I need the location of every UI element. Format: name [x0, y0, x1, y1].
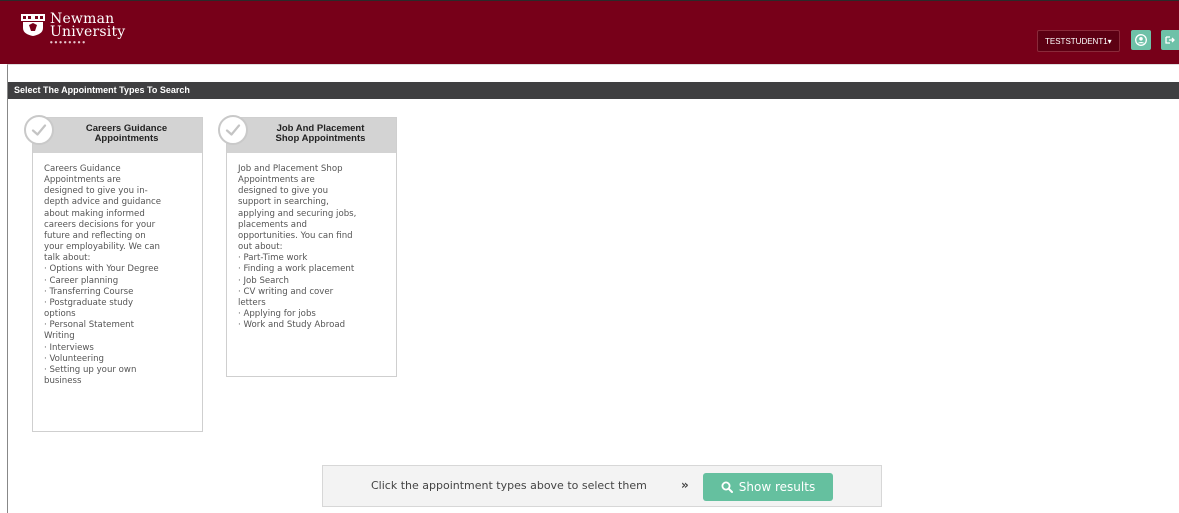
chevron-down-icon: ▾	[1107, 37, 1112, 46]
description-line: · Applying for jobs	[238, 309, 316, 320]
top-header: Newman University ●●●●●●●● TESTSTUDENT1▾	[0, 0, 1179, 64]
description-line: future and reflecting on	[44, 230, 146, 241]
double-chevron-right-icon: »	[681, 478, 689, 492]
description-line: letters	[238, 297, 266, 308]
description-line: · Job Search	[238, 275, 289, 286]
user-menu-button[interactable]: TESTSTUDENT1▾	[1037, 30, 1120, 52]
results-bar: Click the appointment types above to sel…	[322, 465, 882, 507]
user-circle-icon	[1135, 34, 1147, 46]
search-icon	[721, 481, 733, 493]
description-line: applying and securing jobs,	[238, 208, 357, 219]
description-line: about making informed	[44, 208, 145, 219]
description-line: · Work and Study Abroad	[238, 320, 346, 331]
card-title-line-2: Shop Appointments	[275, 133, 366, 144]
description-line: Careers Guidance	[44, 164, 121, 174]
description-line: opportunities. You can find	[238, 230, 353, 241]
description-line: your employability. We can	[44, 242, 160, 253]
description-line: · Part-Time work	[238, 253, 308, 264]
description-line: Appointments are	[44, 175, 121, 186]
description-line: Appointments are	[238, 175, 315, 186]
description-line: Job and Placement Shop	[238, 164, 343, 174]
description-line: business	[44, 375, 82, 386]
description-line: talk about:	[44, 253, 91, 264]
description-line: careers decisions for your	[44, 219, 156, 230]
description-line: depth advice and guidance	[44, 197, 162, 208]
card-description: Job and Placement Shop Appointments are …	[227, 153, 396, 376]
description-line: designed to give you	[238, 186, 329, 197]
logout-icon	[1165, 36, 1175, 44]
checkmark-icon[interactable]	[24, 115, 54, 145]
description-line: · Transferring Course	[44, 286, 134, 297]
selection-hint: Click the appointment types above to sel…	[371, 479, 647, 492]
description-line: · Postgraduate study	[44, 297, 134, 308]
show-results-label: Show results	[738, 480, 816, 494]
user-menu-label: TESTSTUDENT1	[1045, 37, 1108, 46]
crest-icon	[21, 14, 45, 36]
description-line: · Volunteering	[44, 353, 104, 364]
description-line: · Personal Statement	[44, 320, 134, 331]
section-title-bar: Select The Appointment Types To Search	[8, 82, 1179, 99]
description-line: · Setting up your own	[44, 364, 137, 375]
description-line: · CV writing and cover	[238, 286, 334, 297]
card-title: Job And Placement Shop Appointments	[249, 124, 392, 144]
profile-button[interactable]	[1131, 30, 1151, 50]
checkmark-icon[interactable]	[218, 115, 248, 145]
card-description: Careers Guidance Appointments are design…	[33, 153, 202, 431]
description-line: · Interviews	[44, 342, 94, 353]
description-line: Writing	[44, 331, 75, 342]
description-line: support in searching,	[238, 197, 329, 208]
description-line: designed to give you in-	[44, 186, 148, 197]
logo-tagline-mark: ●●●●●●●●	[50, 40, 87, 44]
appointment-card-careers-guidance[interactable]: Careers Guidance Appointments Careers Gu…	[24, 115, 203, 432]
description-line: · Finding a work placement	[238, 264, 355, 275]
show-results-button[interactable]: Show results	[703, 473, 833, 501]
logout-button[interactable]	[1161, 30, 1179, 50]
description-line: out about:	[238, 242, 283, 253]
card-title-line-2: Appointments	[94, 133, 159, 144]
description-line: · Options with Your Degree	[44, 264, 159, 275]
logo-wordmark: Newman University ●●●●●●●●	[50, 12, 126, 44]
university-logo[interactable]: Newman University ●●●●●●●●	[20, 12, 126, 53]
description-line: · Career planning	[44, 275, 119, 286]
description-line: placements and	[238, 219, 307, 230]
card-header[interactable]: Careers Guidance Appointments	[24, 115, 202, 153]
logo-line-2: University	[50, 24, 126, 40]
appointment-card-job-placement-shop[interactable]: Job And Placement Shop Appointments Job …	[218, 115, 397, 377]
description-line: options	[44, 309, 76, 320]
card-header[interactable]: Job And Placement Shop Appointments	[218, 115, 396, 153]
card-title: Careers Guidance Appointments	[55, 124, 198, 144]
